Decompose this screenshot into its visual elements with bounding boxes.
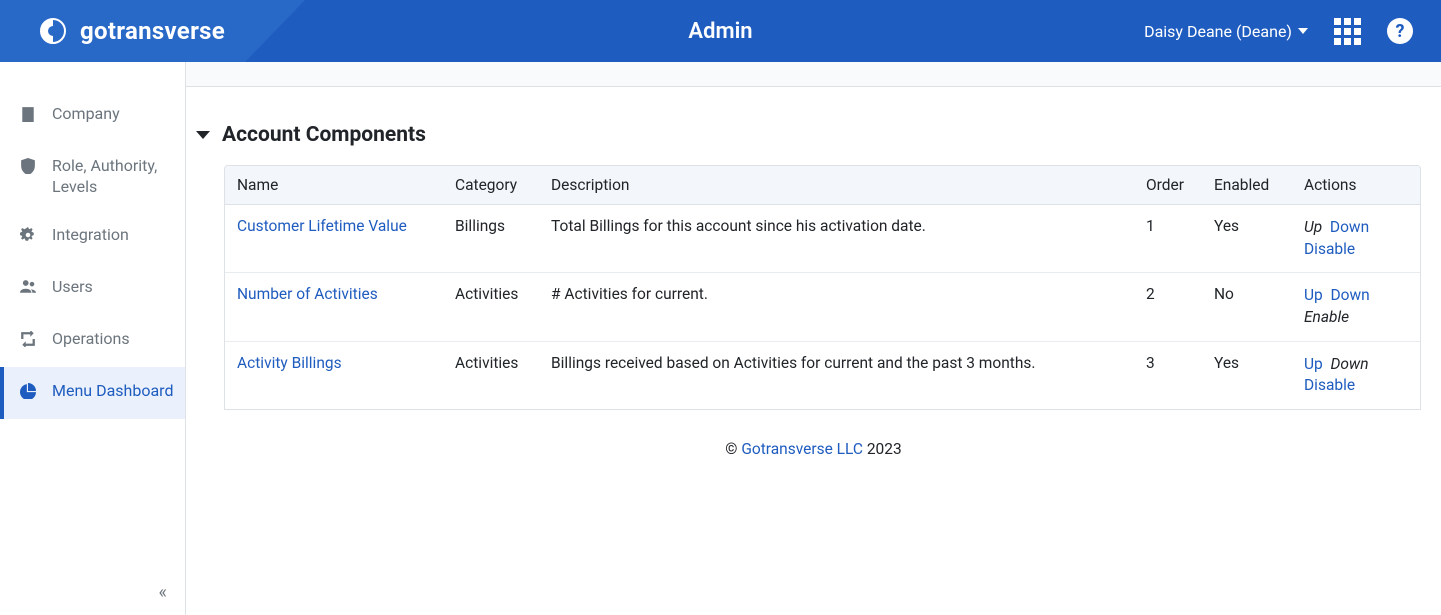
sidebar-item-integration[interactable]: Integration — [0, 211, 185, 263]
copyright-prefix: © — [725, 440, 741, 458]
apps-grid-icon[interactable] — [1334, 18, 1361, 45]
component-description: # Activities for current. — [539, 273, 1134, 341]
sidebar-item-label: Company — [52, 104, 120, 125]
chevron-down-icon — [1298, 28, 1308, 34]
action-toggle[interactable]: Disable — [1304, 376, 1355, 394]
user-menu[interactable]: Daisy Deane (Deane) — [1144, 22, 1308, 41]
component-description: Total Billings for this account since hi… — [539, 205, 1134, 273]
action-up[interactable]: Up — [1304, 286, 1323, 304]
account-components-table: Name Category Description Order Enabled … — [224, 165, 1421, 410]
sidebar-item-company[interactable]: Company — [0, 90, 185, 142]
sidebar: Company Role, Authority, Levels Integratio… — [0, 62, 186, 615]
section-title: Account Components — [222, 123, 426, 147]
component-name-link[interactable]: Customer Lifetime Value — [237, 217, 407, 235]
header-right: Daisy Deane (Deane) ? — [1144, 18, 1441, 45]
sidebar-item-menu-dashboard[interactable]: Menu Dashboard — [0, 367, 185, 419]
table-header-row: Name Category Description Order Enabled … — [225, 166, 1420, 205]
sidebar-item-users[interactable]: Users — [0, 263, 185, 315]
building-icon — [20, 106, 38, 128]
footer: © Gotransverse LLC 2023 — [206, 410, 1421, 488]
action-up: Up — [1304, 218, 1322, 236]
table-header-order: Order — [1134, 166, 1202, 205]
help-icon[interactable]: ? — [1387, 18, 1413, 44]
component-actions: Up Down Enable — [1292, 273, 1420, 341]
footer-company-link[interactable]: Gotransverse LLC — [741, 440, 863, 458]
action-down[interactable]: Down — [1330, 218, 1369, 236]
sidebar-item-role-authority-levels[interactable]: Role, Authority, Levels — [0, 142, 185, 212]
component-name-link[interactable]: Activity Billings — [237, 354, 342, 372]
pie-icon — [20, 383, 38, 405]
component-order: 1 — [1134, 205, 1202, 273]
sidebar-item-label: Operations — [52, 329, 130, 350]
action-toggle: Enable — [1304, 308, 1349, 326]
component-category: Billings — [443, 205, 539, 273]
gear-icon — [20, 227, 38, 249]
action-toggle[interactable]: Disable — [1304, 240, 1355, 258]
user-label: Daisy Deane (Deane) — [1144, 22, 1292, 41]
section-collapse-toggle[interactable] — [196, 131, 210, 139]
sidebar-item-label: Menu Dashboard — [52, 381, 173, 402]
table-header-category: Category — [443, 166, 539, 205]
component-category: Activities — [443, 341, 539, 409]
section-header: Account Components — [196, 123, 1421, 147]
collapse-sidebar-button[interactable]: « — [159, 582, 167, 603]
users-icon — [20, 279, 38, 301]
main-content: Account Components Name Category Descrip… — [186, 62, 1441, 615]
brand-logo-icon — [36, 14, 70, 48]
brand-name: gotransverse — [80, 17, 225, 45]
action-down: Down — [1330, 355, 1368, 373]
component-enabled: Yes — [1202, 205, 1292, 273]
component-actions: Up Down Disable — [1292, 341, 1420, 409]
component-category: Activities — [443, 273, 539, 341]
header: gotransverse Admin Daisy Deane (Deane) ? — [0, 0, 1441, 62]
shield-icon — [20, 158, 38, 180]
header-brand-area: gotransverse — [0, 0, 305, 62]
action-up[interactable]: Up — [1304, 355, 1323, 373]
sidebar-item-operations[interactable]: Operations — [0, 315, 185, 367]
component-order: 3 — [1134, 341, 1202, 409]
component-description: Billings received based on Activities fo… — [539, 341, 1134, 409]
component-order: 2 — [1134, 273, 1202, 341]
sidebar-item-label: Integration — [52, 225, 129, 246]
component-enabled: No — [1202, 273, 1292, 341]
action-down[interactable]: Down — [1330, 286, 1369, 304]
page-title: Admin — [688, 19, 752, 44]
component-actions: Up Down Disable — [1292, 205, 1420, 273]
retweet-icon — [20, 331, 38, 353]
sidebar-item-label: Role, Authority, Levels — [52, 156, 175, 198]
footer-year: 2023 — [863, 440, 902, 458]
table-row: Number of Activities Activities# Activiti… — [225, 273, 1420, 341]
table-header-description: Description — [539, 166, 1134, 205]
content-top-bar — [186, 62, 1441, 87]
table-header-enabled: Enabled — [1202, 166, 1292, 205]
table-row: Activity Billings ActivitiesBillings rece… — [225, 341, 1420, 409]
table-row: Customer Lifetime Value BillingsTotal Bil… — [225, 205, 1420, 273]
table-header-actions: Actions — [1292, 166, 1420, 205]
component-name-link[interactable]: Number of Activities — [237, 285, 378, 303]
sidebar-item-label: Users — [52, 277, 93, 298]
table-header-name: Name — [225, 166, 443, 205]
component-enabled: Yes — [1202, 341, 1292, 409]
brand-logo[interactable]: gotransverse — [36, 14, 225, 48]
